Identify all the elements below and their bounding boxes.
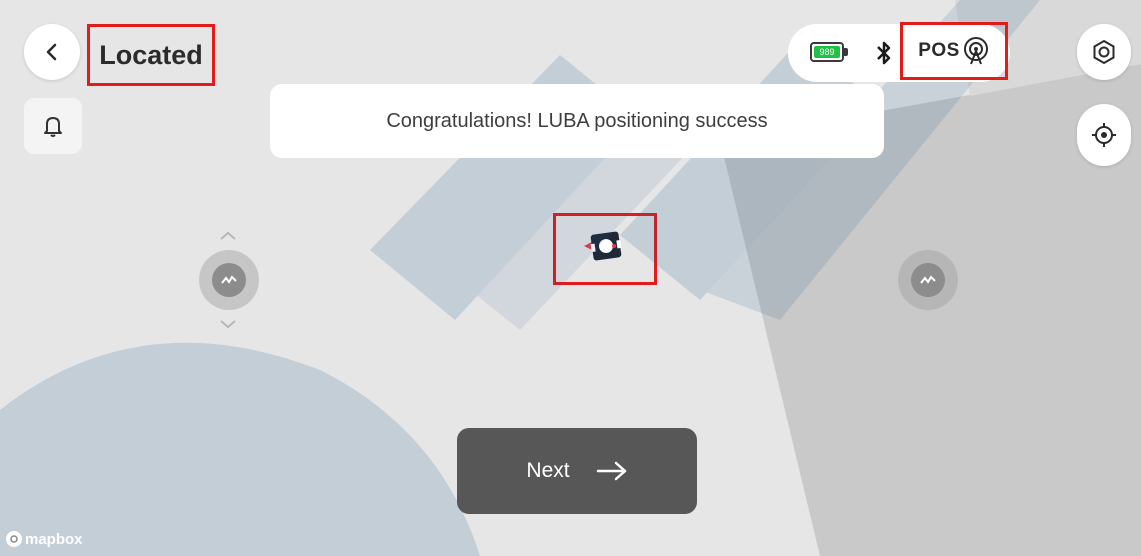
status-bar: 989 POS [788,22,1010,82]
mower-highlight-box [553,213,657,285]
map-node-marker-right[interactable] [898,250,958,310]
next-button[interactable]: Next [457,428,697,514]
settings-button[interactable] [1077,24,1131,80]
node-inner [212,263,246,297]
node-inner [911,263,945,297]
battery-cap [844,48,848,56]
locate-button[interactable] [1077,104,1131,166]
mower-icon[interactable] [556,216,654,282]
node-glyph-icon [920,275,936,284]
back-button[interactable] [24,24,80,80]
next-button-label: Next [526,459,570,482]
chevron-down-icon [220,320,236,329]
bluetooth-icon [877,41,891,65]
toast-message: Congratulations! LUBA positioning succes… [386,109,768,132]
page-title: Located [87,24,215,86]
settings-icon [1093,39,1115,65]
pos-label: POS [918,40,960,61]
battery-level: 989 [814,46,840,58]
arrow-right-icon [596,461,626,481]
notifications-button[interactable] [24,98,82,154]
success-toast: Congratulations! LUBA positioning succes… [270,84,884,158]
mapbox-label: mapbox [25,530,83,548]
map-node-marker-left[interactable] [199,250,259,310]
heading-indicator [584,242,592,250]
mapbox-logo-icon [6,531,22,547]
mapbox-logo[interactable]: mapbox [6,528,83,550]
crosshair-icon [1092,123,1116,147]
positioning-status[interactable]: POS [900,22,1008,80]
bell-icon [44,117,62,137]
battery-icon: 989 [810,42,844,62]
antenna-signal-icon [963,37,988,65]
back-arrow-icon [46,43,57,61]
node-glyph-icon [221,275,237,284]
chevron-up-icon [220,231,236,240]
